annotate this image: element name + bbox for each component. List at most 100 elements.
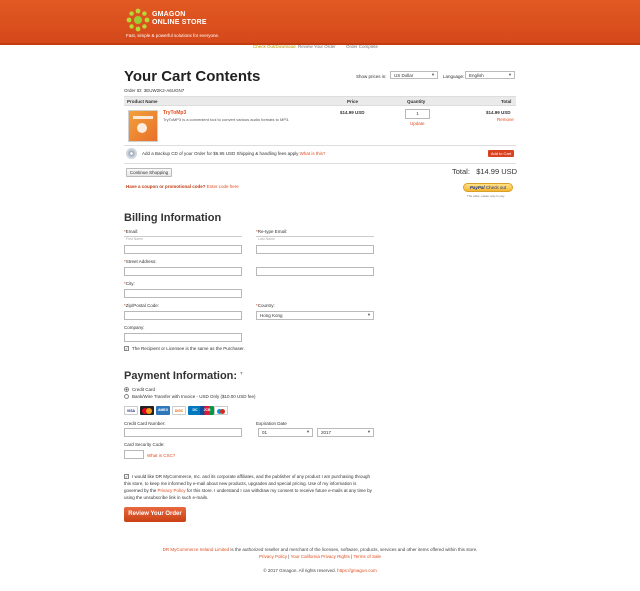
brand-name[interactable]: GMAGON ONLINE STORE xyxy=(152,11,207,27)
expiration-month-value: 01 xyxy=(262,430,268,435)
reseller-link[interactable]: DR MyCommerce Ireland Limited xyxy=(163,547,230,552)
store-header: GMAGON ONLINE STORE Fast, simple & power… xyxy=(0,0,640,45)
reseller-text: is the authorized reseller and merchant … xyxy=(230,547,478,552)
bank-transfer-radio[interactable] xyxy=(124,394,129,400)
quantity-input[interactable]: 1 xyxy=(405,109,430,119)
cart-total: Total: $14.99 USD xyxy=(452,167,517,176)
street-label: *Street Address: xyxy=(124,259,157,264)
zip-label-text: Zip/Postal Code: xyxy=(125,303,160,308)
step-checkout: Check Out/Download xyxy=(253,44,296,49)
copyright: © 2017 Gmagon. All rights reserved. http… xyxy=(0,568,640,573)
coupon-text: Have a coupon or promotional code? xyxy=(126,184,206,189)
retype-email-label-text: Re-type Email: xyxy=(257,229,288,234)
billing-title: Billing Information xyxy=(124,212,222,224)
retype-email-input[interactable] xyxy=(256,245,374,254)
city-label: *City: xyxy=(124,281,135,286)
country-select[interactable]: Hong Kong ▼ xyxy=(256,311,374,320)
card-number-label: Credit Card Number: xyxy=(124,421,166,426)
mastercard-icon xyxy=(140,406,154,415)
divider xyxy=(124,145,516,146)
expiration-label: Expiration Date xyxy=(256,421,287,426)
chevron-down-icon: ▼ xyxy=(431,72,435,77)
footer-terms-link[interactable]: Terms of Sale xyxy=(354,554,382,559)
paypal-logo: PayPal xyxy=(469,185,485,190)
col-total: Total xyxy=(501,99,512,104)
retype-email-label: *Re-type Email: xyxy=(256,229,288,234)
add-backup-cd-button[interactable]: Add to Cart xyxy=(488,150,514,157)
expiration-month-select[interactable]: 01 ▼ xyxy=(258,428,313,437)
paypal-note: The safer, easier way to pay xyxy=(467,194,505,198)
csc-label: Card Security Code: xyxy=(124,442,165,447)
city-label-text: City: xyxy=(125,281,135,286)
paypal-checkout-button[interactable]: PayPal Check out xyxy=(463,183,513,192)
remove-link[interactable]: Remove xyxy=(497,117,514,122)
checkout-steps: Check Out/Download Review Your Order Ord… xyxy=(0,44,640,50)
gmagon-logo-icon[interactable] xyxy=(126,8,150,32)
step-complete: Order Complete xyxy=(346,44,379,49)
product-total: $14.99 USD xyxy=(486,110,511,115)
update-link[interactable]: Update xyxy=(410,121,425,126)
product-price: $14.99 USD xyxy=(340,110,365,115)
street-address-input[interactable] xyxy=(124,267,242,276)
credit-card-radio[interactable] xyxy=(124,387,129,393)
discover-card-icon: DISC xyxy=(172,406,186,415)
payment-help-icon[interactable]: ? xyxy=(240,370,242,375)
product-description: TryToMP3 is a convenient tool to convert… xyxy=(163,117,290,122)
gmagon-site-link[interactable]: https://gmagon.com xyxy=(337,568,377,573)
chevron-down-icon: ▼ xyxy=(367,429,371,434)
col-quantity: Quantity xyxy=(407,99,426,104)
currency-select[interactable]: US Dollar ▼ xyxy=(390,71,438,79)
cd-icon xyxy=(126,148,137,159)
payment-title: Payment Information: ? xyxy=(124,370,243,382)
zip-label: *Zip/Postal Code: xyxy=(124,303,160,308)
footer-links: Privacy Policy | Your California Privacy… xyxy=(258,554,382,559)
privacy-policy-link[interactable]: Privacy Policy xyxy=(158,488,186,493)
company-input[interactable] xyxy=(124,333,242,342)
col-price: Price xyxy=(347,99,359,104)
what-is-this-link[interactable]: What is this? xyxy=(300,151,326,156)
marketing-consent: ✓ I would like DR MyCommerce, Inc. and it… xyxy=(124,473,374,501)
step-review: Review Your Order xyxy=(298,44,336,49)
city-input[interactable] xyxy=(124,289,242,298)
chevron-down-icon: ▼ xyxy=(306,429,310,434)
footer-privacy-link[interactable]: Privacy Policy xyxy=(259,554,287,559)
same-as-purchaser-row: ✓ The Recipient or Licensee is the same a… xyxy=(124,346,245,352)
expiration-year-select[interactable]: 2017 ▼ xyxy=(317,428,374,437)
credit-card-option[interactable]: Credit Card xyxy=(124,387,155,393)
email-label-text: Email: xyxy=(125,229,139,234)
country-label-text: Country: xyxy=(257,303,275,308)
card-number-input[interactable] xyxy=(124,428,242,437)
marketing-consent-checkbox[interactable]: ✓ xyxy=(124,474,129,480)
product-name-link[interactable]: TryToMp3 xyxy=(163,110,186,116)
copyright-text: © 2017 Gmagon. All rights reserved. xyxy=(263,568,336,573)
language-label: Language: xyxy=(443,74,465,79)
zip-input[interactable] xyxy=(124,311,242,320)
csc-input[interactable] xyxy=(124,450,144,459)
continue-shopping-button[interactable]: Continue Shopping xyxy=(126,168,172,177)
review-order-button[interactable]: Review Your Order xyxy=(124,507,186,522)
street-address-2-input[interactable] xyxy=(256,267,374,276)
backup-cd-text: Add a Backup CD of your Order for $6.95 … xyxy=(142,151,299,156)
bank-transfer-option[interactable]: Bank/Wire Transfer with Invoice - USD On… xyxy=(124,394,256,400)
enter-code-link[interactable]: Enter code here xyxy=(207,184,239,189)
country-value: Hong Kong xyxy=(260,313,283,318)
chevron-down-icon: ▼ xyxy=(508,72,512,77)
product-box-image[interactable] xyxy=(128,110,158,142)
amex-card-icon: AMEX xyxy=(156,406,170,415)
reseller-notice: DR MyCommerce Ireland Limited is the aut… xyxy=(0,547,640,552)
what-is-csc-link[interactable]: What is CSC? xyxy=(147,453,175,458)
street-label-text: Street Address: xyxy=(125,259,157,264)
col-product: Product Name xyxy=(127,99,158,104)
email-input[interactable] xyxy=(124,245,242,254)
same-as-purchaser-checkbox[interactable]: ✓ xyxy=(124,346,129,352)
brand-line-1: GMAGON xyxy=(152,11,186,18)
last-name-placeholder: Last Name xyxy=(258,237,275,241)
brand-tagline: Fast, simple & powerful solutions for ev… xyxy=(126,33,220,38)
brand-line-2: ONLINE STORE xyxy=(152,19,207,26)
language-select[interactable]: English ▼ xyxy=(465,71,515,79)
email-label: *Email: xyxy=(124,229,139,234)
footer-california-link[interactable]: Your California Privacy Rights xyxy=(291,554,350,559)
currency-value: US Dollar xyxy=(394,73,414,78)
bank-transfer-option-label: Bank/Wire Transfer with Invoice - USD On… xyxy=(132,394,256,399)
visa-card-icon: VISA xyxy=(124,406,138,415)
